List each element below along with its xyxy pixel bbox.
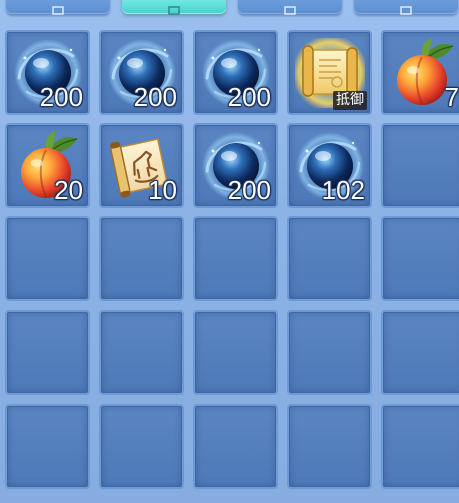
inventory-slot-empty[interactable]	[193, 404, 278, 489]
inventory-slot-blue-orb[interactable]: 102	[287, 123, 372, 208]
inventory-slot-empty[interactable]	[99, 310, 184, 395]
inventory-slot-empty[interactable]	[5, 216, 90, 301]
inventory-slot-empty[interactable]	[381, 123, 459, 208]
inventory-slot-empty[interactable]	[99, 404, 184, 489]
item-count: 200	[133, 82, 177, 112]
tab-icon-3	[284, 2, 296, 15]
inventory-slot-blue-orb[interactable]: 200	[5, 30, 90, 115]
inventory-slot-peach[interactable]: 20	[5, 123, 90, 208]
tab-icon-4	[400, 2, 412, 15]
item-count: 200	[39, 82, 83, 112]
item-count: 10	[148, 175, 177, 205]
inventory-slot-blue-orb[interactable]: 200	[99, 30, 184, 115]
tab-icon-1	[52, 2, 64, 15]
inventory-slot-peach[interactable]: 7	[381, 30, 459, 115]
inventory-slot-empty[interactable]	[193, 216, 278, 301]
inventory-slot-empty[interactable]	[287, 404, 372, 489]
inventory-slot-blue-orb[interactable]: 200	[193, 123, 278, 208]
item-count: 7	[444, 82, 459, 112]
tab-icon-2	[168, 2, 180, 15]
inventory-slot-empty[interactable]	[381, 216, 459, 301]
inventory-slot-golden-scroll[interactable]: 抵御	[287, 30, 372, 115]
inventory-slot-empty[interactable]	[5, 404, 90, 489]
inventory-panel: 200 200 200 抵御 7 20 10 200 102	[0, 0, 459, 503]
item-count: 200	[227, 175, 271, 205]
inventory-slot-empty[interactable]	[287, 216, 372, 301]
inventory-slot-empty[interactable]	[5, 310, 90, 395]
tab-3[interactable]	[238, 0, 342, 15]
tab-4[interactable]	[354, 0, 458, 15]
inventory-slot-empty[interactable]	[381, 404, 459, 489]
tab-1[interactable]	[6, 0, 110, 15]
inventory-slot-empty[interactable]	[381, 310, 459, 395]
item-tag: 抵御	[333, 91, 367, 110]
item-count: 200	[227, 82, 271, 112]
inventory-slot-blue-orb[interactable]: 200	[193, 30, 278, 115]
inventory-slot-empty[interactable]	[287, 310, 372, 395]
item-count: 102	[321, 175, 365, 205]
inventory-slot-empty[interactable]	[193, 310, 278, 395]
inventory-slot-empty[interactable]	[99, 216, 184, 301]
inventory-slot-horse-scroll[interactable]: 10	[99, 123, 184, 208]
item-count: 20	[54, 175, 83, 205]
tab-2[interactable]	[122, 0, 226, 15]
